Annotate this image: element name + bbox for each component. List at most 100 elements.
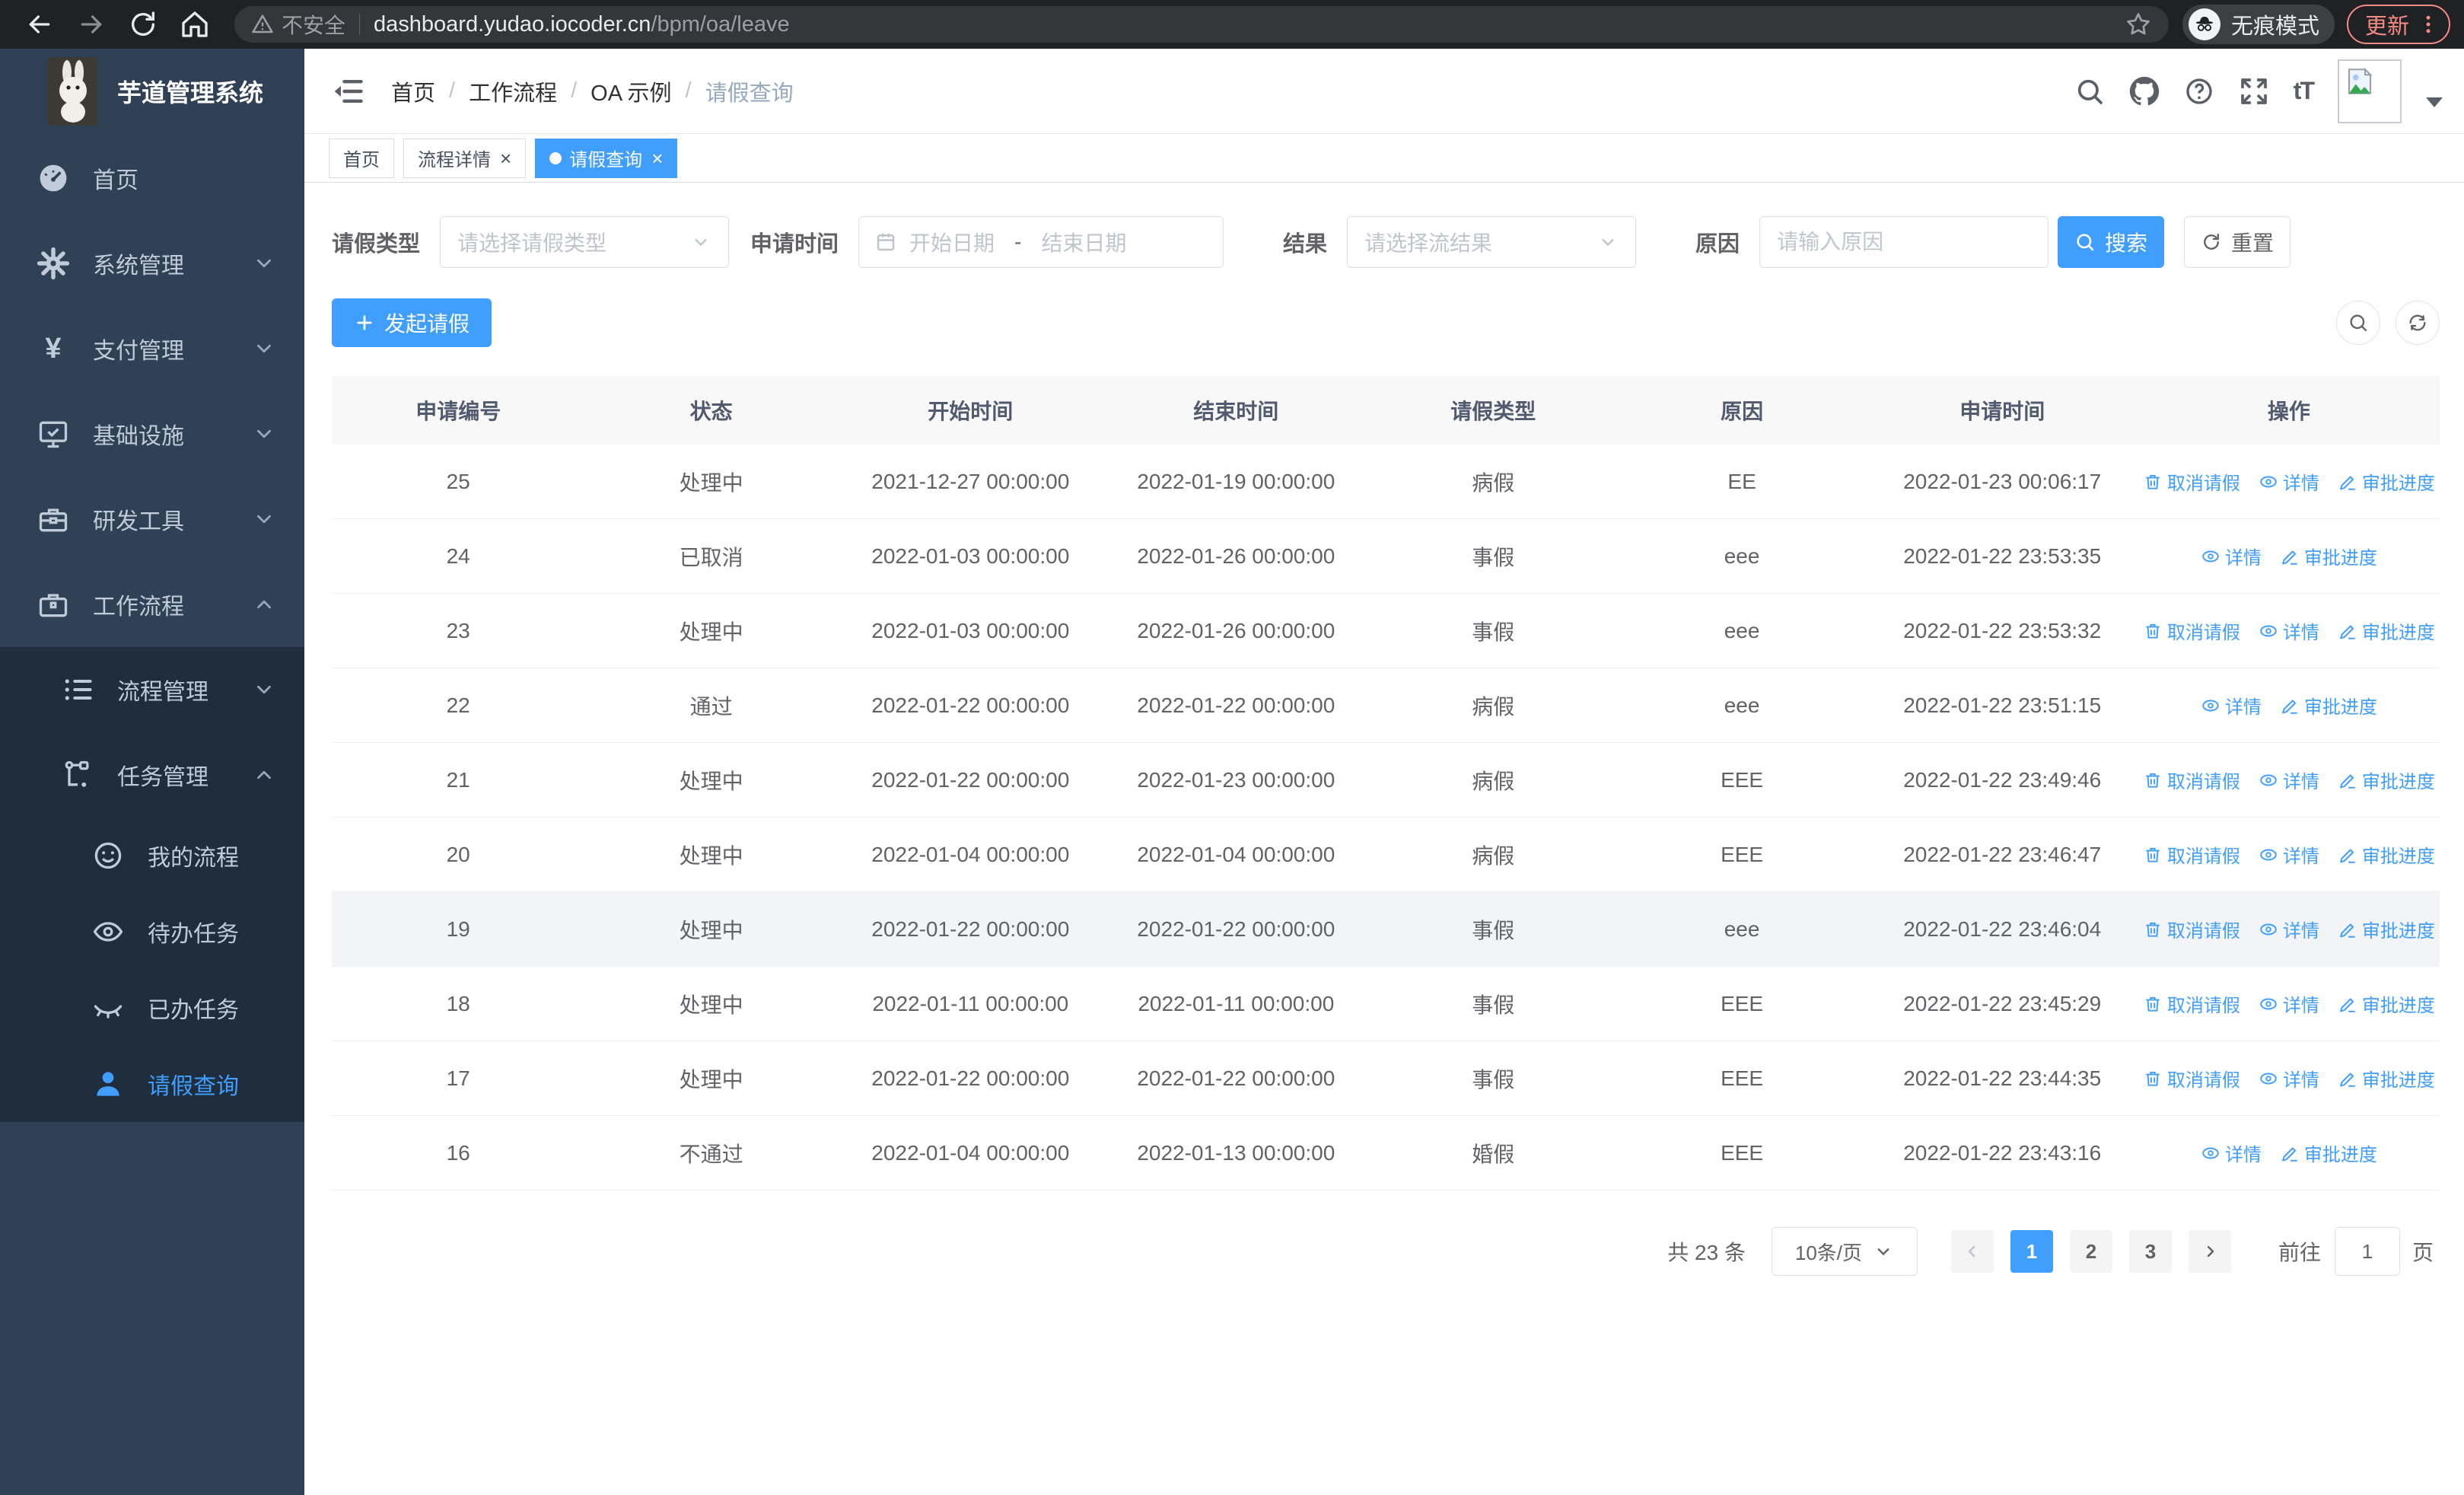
result-select[interactable]: 请选择流结果 — [1347, 216, 1637, 268]
action-detail-link[interactable]: 详情 — [2259, 841, 2319, 868]
cell-end-time: 2022-01-22 00:00:00 — [1137, 916, 1335, 941]
close-icon[interactable]: × — [651, 148, 663, 168]
column-header: 开始时间 — [928, 400, 1014, 423]
action-progress-link[interactable]: 审批进度 — [2338, 468, 2435, 495]
action-cancel-link[interactable]: 取消请假 — [2143, 1065, 2240, 1092]
action-detail-link[interactable]: 详情 — [2259, 916, 2319, 942]
action-detail-link[interactable]: 详情 — [2259, 1065, 2319, 1092]
sidebar-item-系统管理[interactable]: 系统管理 — [0, 221, 304, 306]
github-icon[interactable] — [2129, 76, 2160, 107]
action-detail-link[interactable]: 详情 — [2259, 468, 2319, 495]
cell-leave-type: 事假 — [1472, 545, 1515, 569]
fullscreen-icon[interactable] — [2239, 76, 2269, 107]
cell-actions: 详情 审批进度 — [2138, 692, 2440, 719]
action-cancel-link[interactable]: 取消请假 — [2143, 468, 2240, 495]
search-icon[interactable] — [2074, 76, 2105, 107]
avatar-caret-icon[interactable] — [2426, 97, 2443, 107]
update-button[interactable]: 更新 — [2346, 5, 2450, 44]
reset-button[interactable]: 重置 — [2184, 216, 2291, 268]
monitor-icon — [37, 417, 70, 451]
goto-page-input[interactable] — [2334, 1227, 2400, 1276]
cell-start-time: 2022-01-22 00:00:00 — [871, 693, 1070, 717]
sidebar-item-支付管理[interactable]: ¥ 支付管理 — [0, 306, 304, 391]
sidebar-collapse-icon[interactable] — [332, 75, 365, 108]
pen-icon — [2338, 845, 2362, 865]
browser-menu-icon[interactable] — [2417, 13, 2440, 36]
refresh-table-button[interactable] — [2396, 301, 2440, 345]
breadcrumb-item[interactable]: 工作流程 — [469, 75, 557, 107]
action-progress-link[interactable]: 审批进度 — [2280, 1140, 2377, 1166]
action-detail-link[interactable]: 详情 — [2201, 543, 2262, 569]
sidebar-item-请假查询[interactable]: 请假查询 — [0, 1046, 304, 1122]
sidebar-item-label: 首页 — [93, 168, 138, 193]
reload-icon[interactable] — [128, 9, 158, 40]
app-navbar: 首页 / 工作流程 / OA 示例 / 请假查询 tT — [304, 49, 2464, 134]
breadcrumb-item[interactable]: OA 示例 — [591, 75, 671, 107]
font-size-icon[interactable]: tT — [2294, 77, 2315, 105]
cell-start-time: 2022-01-03 00:00:00 — [871, 618, 1070, 642]
page-button-3[interactable]: 3 — [2128, 1230, 2172, 1273]
create-leave-button[interactable]: 发起请假 — [332, 298, 492, 347]
sidebar-item-工作流程[interactable]: 工作流程 — [0, 562, 304, 647]
action-detail-link[interactable]: 详情 — [2259, 767, 2319, 793]
forward-icon[interactable] — [76, 9, 107, 40]
action-cancel-link[interactable]: 取消请假 — [2143, 916, 2240, 942]
cell-leave-type: 事假 — [1472, 993, 1515, 1017]
action-progress-link[interactable]: 审批进度 — [2338, 990, 2435, 1017]
total-count: 共 23 条 — [1667, 1241, 1746, 1264]
action-cancel-link[interactable]: 取消请假 — [2143, 841, 2240, 868]
security-chip[interactable]: 不安全 — [251, 9, 345, 40]
page-button-1[interactable]: 1 — [2010, 1230, 2053, 1273]
tab-首页[interactable]: 首页 — [329, 138, 394, 178]
reason-input[interactable] — [1759, 216, 2049, 268]
sidebar-item-待办任务[interactable]: 待办任务 — [0, 894, 304, 970]
action-cancel-link[interactable]: 取消请假 — [2143, 617, 2240, 644]
next-page-button[interactable] — [2188, 1230, 2231, 1273]
breadcrumb-item[interactable]: 首页 — [391, 75, 435, 107]
page-size-select[interactable]: 10条/页 — [1771, 1227, 1918, 1276]
tab-请假查询[interactable]: 请假查询 × — [535, 138, 678, 178]
search-button[interactable]: 搜索 — [2058, 216, 2165, 268]
action-detail-link[interactable]: 详情 — [2201, 692, 2262, 719]
action-progress-link[interactable]: 审批进度 — [2338, 617, 2435, 644]
apply-time-range[interactable]: 开始日期 - 结束日期 — [858, 216, 1224, 268]
broken-image-icon — [2348, 67, 2373, 94]
url-bar[interactable]: 不安全 dashboard.yudao.iocoder.cn/bpm/oa/le… — [234, 6, 2169, 43]
security-label: 不安全 — [282, 14, 346, 37]
sidebar-item-已办任务[interactable]: 已办任务 — [0, 970, 304, 1046]
page-unit-label: 页 — [2411, 1241, 2434, 1264]
action-progress-link[interactable]: 审批进度 — [2338, 767, 2435, 793]
cell-start-time: 2022-01-22 00:00:00 — [871, 916, 1070, 941]
sidebar-item-我的流程[interactable]: 我的流程 — [0, 818, 304, 894]
chevron-right-icon — [2207, 1245, 2214, 1258]
bookmark-star-icon[interactable] — [2125, 11, 2152, 38]
action-progress-link[interactable]: 审批进度 — [2280, 543, 2377, 569]
help-icon[interactable] — [2184, 76, 2214, 107]
cell-status: 处理中 — [679, 843, 743, 868]
action-progress-link[interactable]: 审批进度 — [2338, 916, 2435, 942]
back-icon[interactable] — [24, 9, 55, 40]
sidebar-item-任务管理[interactable]: 任务管理 — [0, 732, 304, 818]
action-detail-link[interactable]: 详情 — [2259, 990, 2319, 1017]
eye-icon — [2259, 994, 2283, 1014]
sidebar-item-研发工具[interactable]: 研发工具 — [0, 477, 304, 562]
action-cancel-link[interactable]: 取消请假 — [2143, 990, 2240, 1017]
action-detail-link[interactable]: 详情 — [2201, 1140, 2262, 1166]
close-icon[interactable]: × — [500, 148, 511, 168]
page-button-2[interactable]: 2 — [2069, 1230, 2112, 1273]
sidebar-item-基础设施[interactable]: 基础设施 — [0, 391, 304, 477]
toggle-search-button[interactable] — [2336, 301, 2380, 345]
sidebar-item-首页[interactable]: 首页 — [0, 135, 304, 221]
avatar[interactable] — [2338, 59, 2402, 123]
home-icon[interactable] — [180, 9, 210, 40]
action-detail-link[interactable]: 详情 — [2259, 617, 2319, 644]
tab-流程详情[interactable]: 流程详情 × — [403, 138, 527, 178]
action-progress-link[interactable]: 审批进度 — [2280, 692, 2377, 719]
action-cancel-link[interactable]: 取消请假 — [2143, 767, 2240, 793]
cell-actions: 取消请假 详情 审批进度 — [2138, 916, 2440, 942]
prev-page-button[interactable] — [1950, 1230, 1994, 1273]
leave-type-select[interactable]: 请选择请假类型 — [440, 216, 730, 268]
sidebar-item-流程管理[interactable]: 流程管理 — [0, 647, 304, 732]
action-progress-link[interactable]: 审批进度 — [2338, 841, 2435, 868]
action-progress-link[interactable]: 审批进度 — [2338, 1065, 2435, 1092]
